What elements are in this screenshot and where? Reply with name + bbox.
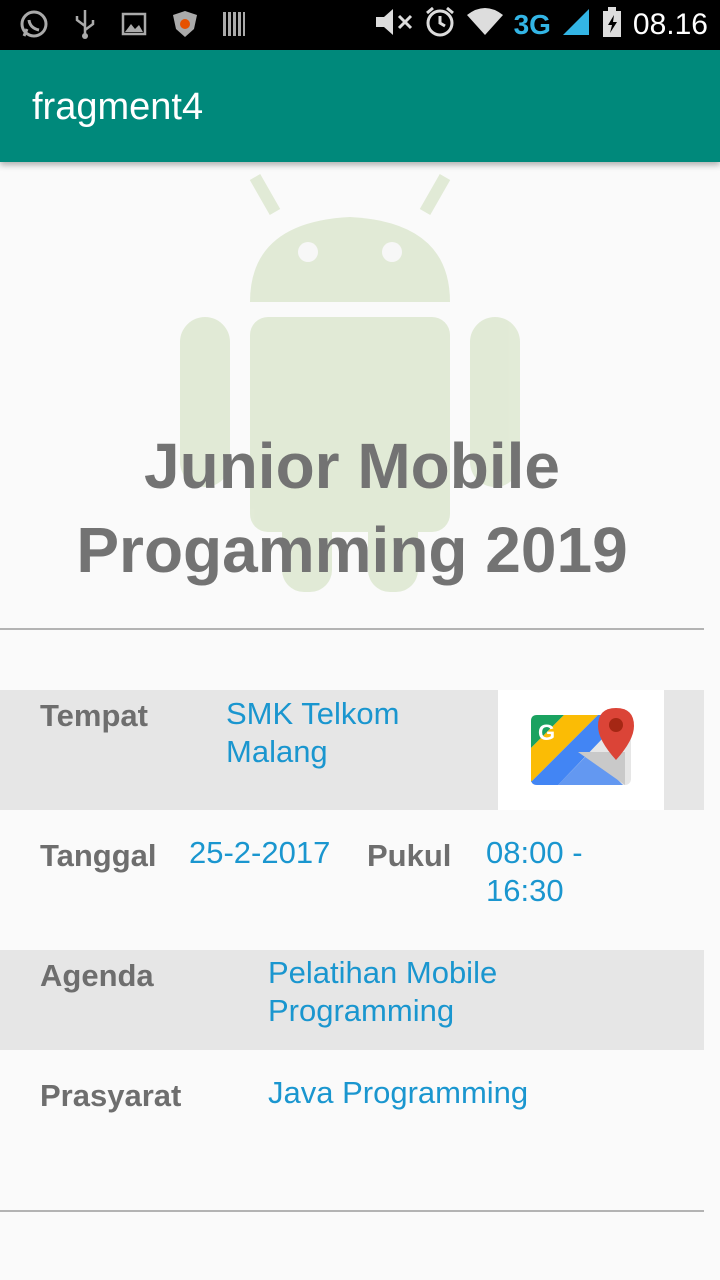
tempat-value-line2: Malang (226, 734, 328, 769)
network-type: 3G (513, 8, 551, 40)
svg-text:G: G (538, 720, 555, 745)
clock: 08.16 (632, 7, 708, 41)
prasyarat-value: Java Programming (268, 1075, 529, 1110)
alarm-icon (424, 6, 456, 43)
agenda-value: Pelatihan Mobile Programming (268, 954, 497, 1030)
tanggal-value: 25-2-2017 (189, 835, 331, 870)
mute-icon (374, 6, 414, 43)
app-title: fragment4 (32, 86, 204, 128)
status-bar: 3G 08.16 (0, 0, 720, 50)
google-maps-button[interactable]: G (498, 690, 664, 810)
event-title-line1: Junior Mobile (144, 430, 560, 502)
agenda-value-line1: Pelatihan Mobile (268, 955, 498, 990)
agenda-label: Agenda (40, 958, 154, 993)
google-maps-icon: G (531, 708, 634, 785)
barcode-icon (222, 9, 246, 44)
event-title: Junior Mobile Progamming 2019 (0, 424, 704, 592)
battery-icon (601, 6, 623, 43)
hero-section: Junior Mobile Progamming 2019 (0, 162, 720, 630)
divider-top (0, 628, 704, 630)
pukul-label: Pukul (367, 838, 452, 873)
signal-icon (561, 7, 591, 42)
whatsapp-icon (18, 8, 50, 45)
pukul-value-line1: 08:00 - (486, 835, 583, 870)
row-tanggal: Tanggal 25-2-2017 Pukul 08:00 - 16:30 (0, 810, 704, 950)
divider-bottom (0, 1210, 704, 1212)
tempat-value: SMK Telkom Malang (226, 695, 399, 771)
pukul-value-line2: 16:30 (486, 873, 564, 908)
row-agenda: Agenda Pelatihan Mobile Programming (0, 950, 704, 1050)
wifi-icon (466, 7, 504, 42)
image-icon (120, 10, 148, 43)
prasyarat-label: Prasyarat (40, 1078, 182, 1113)
agenda-value-line2: Programming (268, 993, 455, 1028)
usb-icon (72, 8, 98, 45)
row-prasyarat: Prasyarat Java Programming (0, 1050, 704, 1170)
app-bar: fragment4 (0, 50, 720, 162)
shield-icon (170, 9, 200, 44)
row-tempat: Tempat SMK Telkom Malang G (0, 690, 704, 810)
event-title-line2: Progamming 2019 (76, 514, 628, 586)
tanggal-label: Tanggal (40, 838, 157, 873)
tempat-label: Tempat (40, 698, 148, 733)
pukul-value: 08:00 - 16:30 (486, 834, 583, 910)
tempat-value-line1: SMK Telkom (226, 696, 400, 731)
